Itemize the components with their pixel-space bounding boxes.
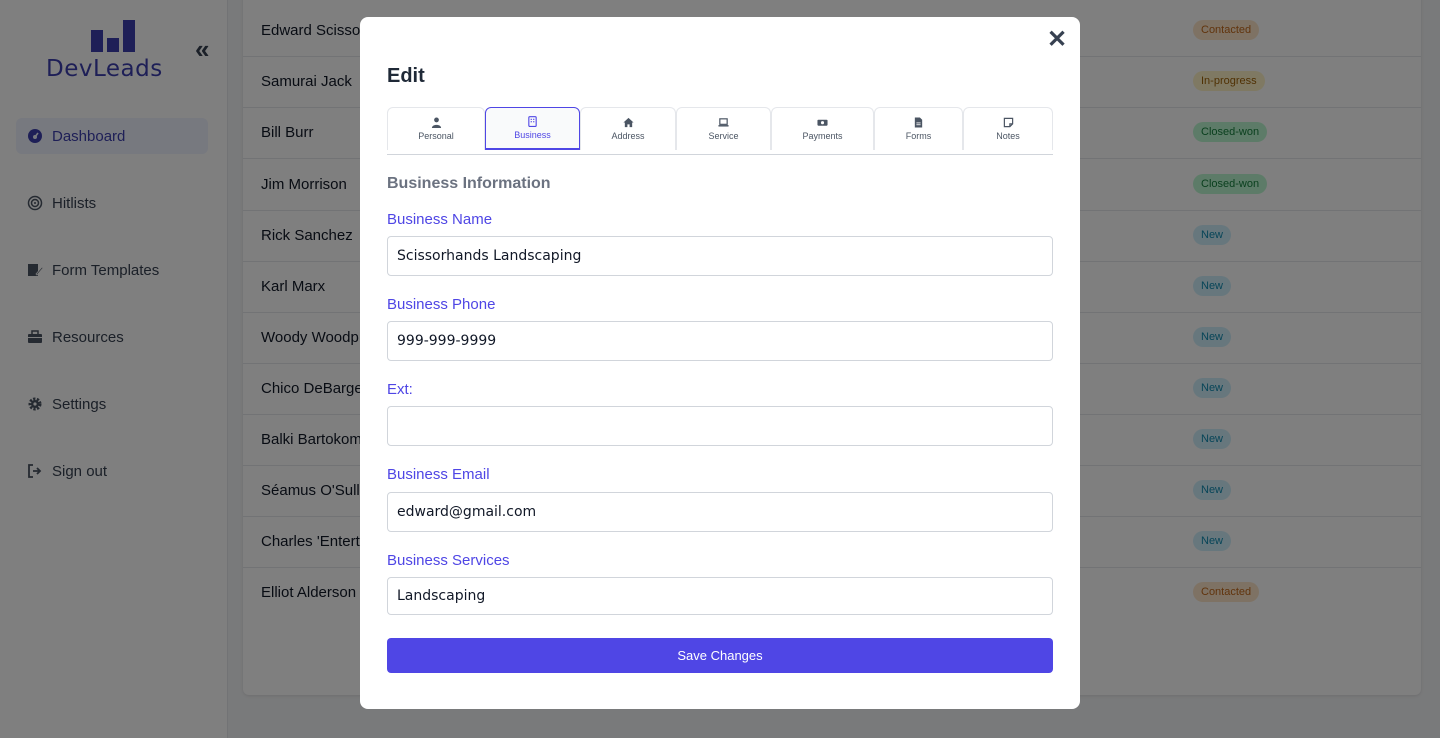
tab-label: Personal [418,131,454,141]
tab-address[interactable]: Address [580,107,676,150]
tab-label: Forms [905,131,932,141]
business-services-label: Business Services [387,552,510,569]
business-name-label: Business Name [387,211,493,228]
tab-label: Address [611,131,645,141]
tab-personal[interactable]: Personal [387,107,485,150]
business-email-input[interactable] [387,492,1053,532]
tab-label: Service [708,131,739,141]
business-phone-label: Business Phone [387,296,496,313]
save-changes-button[interactable]: Save Changes [387,638,1053,673]
building-icon [528,116,537,127]
close-icon[interactable]: ✕ [1047,25,1067,54]
tab-label: Business [514,130,551,140]
home-icon [622,117,634,128]
file-icon [914,117,923,128]
tab-label: Payments [802,131,843,141]
user-icon [431,117,441,128]
ext-label: Ext: [387,381,413,398]
tab-payments[interactable]: Payments [771,107,874,150]
modal-title: Edit [387,65,425,87]
tab-forms[interactable]: Forms [874,107,963,150]
section-title: Business Information [387,175,551,192]
business-email-label: Business Email [387,466,490,483]
tab-service[interactable]: Service [676,107,771,150]
business-services-input[interactable] [387,577,1053,615]
note-icon [1003,117,1013,128]
laptop-icon [718,118,729,127]
ext-input[interactable] [387,406,1053,446]
tab-label: Notes [996,131,1020,141]
modal-tabs: Personal Business Address Service Paymen… [387,107,1053,155]
business-phone-input[interactable] [387,321,1053,361]
tab-notes[interactable]: Notes [963,107,1053,150]
edit-modal: ✕ Edit Personal Business Address Service… [360,17,1080,709]
money-icon [817,119,828,126]
tab-business[interactable]: Business [485,107,580,150]
business-name-input[interactable] [387,236,1053,276]
